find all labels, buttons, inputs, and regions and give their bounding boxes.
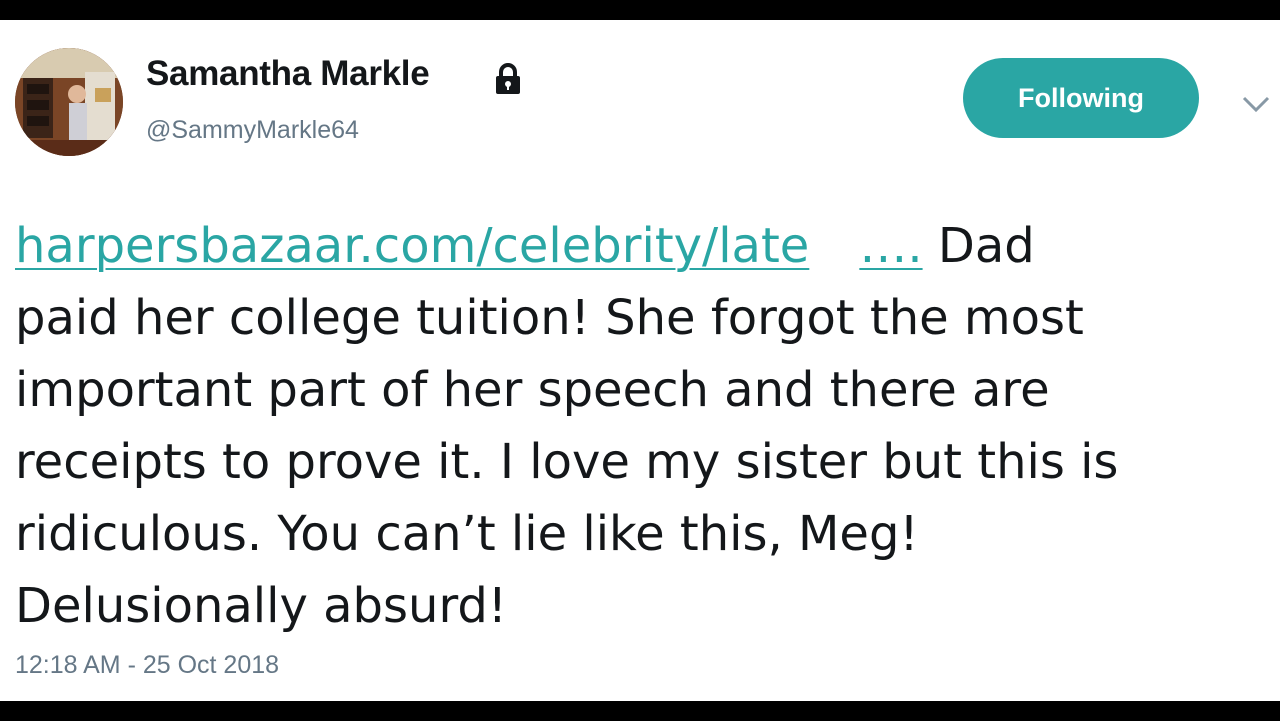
tweet-line: ridiculous. You can’t lie like this, Meg… [15, 506, 919, 562]
lock-icon [496, 63, 520, 94]
chevron-down-icon[interactable] [1240, 92, 1272, 116]
tweet-timestamp[interactable]: 12:18 AM - 25 Oct 2018 [15, 651, 279, 680]
profile-photo [15, 48, 123, 156]
tweet-line: harpersbazaar.com/celebrity/late …. Dad [15, 210, 1275, 282]
tweet-line: Delusionally absurd! [15, 578, 508, 634]
tweet-card: Samantha Markle @SammyMarkle64 Following… [0, 20, 1280, 701]
article-link[interactable]: harpersbazaar.com/celebrity/late [15, 218, 809, 274]
tweet-line: receipts to prove it. I love my sister b… [15, 434, 1119, 490]
tweet-line: paid her college tuition! She forgot the… [15, 290, 1084, 346]
following-button[interactable]: Following [963, 58, 1199, 138]
user-handle[interactable]: @SammyMarkle64 [146, 116, 359, 145]
tweet-text: harpersbazaar.com/celebrity/late …. Dad p… [15, 210, 1275, 642]
display-name[interactable]: Samantha Markle [146, 54, 430, 94]
tweet-line: important part of her speech and there a… [15, 362, 1050, 418]
link-ellipsis[interactable]: …. [859, 218, 922, 274]
avatar[interactable] [15, 48, 123, 156]
tweet-text-fragment: Dad [937, 218, 1035, 274]
